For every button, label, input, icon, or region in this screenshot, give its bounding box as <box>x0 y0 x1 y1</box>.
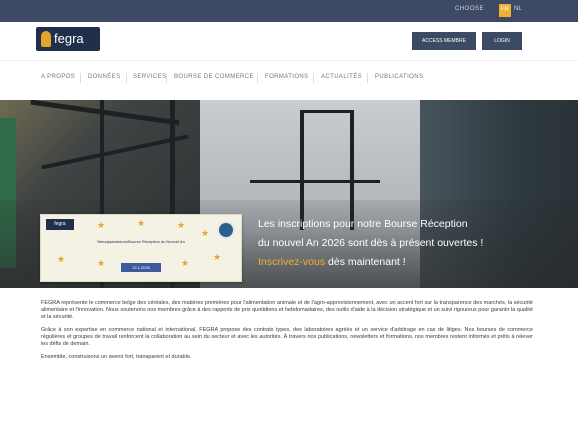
nav-divider <box>257 73 258 83</box>
nav-item-donnees[interactable]: DONNÉES <box>88 74 120 80</box>
hero-beam <box>250 180 380 183</box>
hero-text-line-1: Les inscriptions pour notre Bourse Récep… <box>258 218 468 230</box>
nav-divider <box>80 73 81 83</box>
event-banner-image[interactable]: fegra ★ ★ ★ ★ ★ ★ ★ ★ Nieuwjaarsbeurs/Bo… <box>40 214 242 282</box>
banner-logo: fegra <box>46 219 74 230</box>
intro-paragraph: Ensemble, construisons un avenir fort, t… <box>41 354 192 360</box>
language-label: CHOOSE <box>455 6 485 12</box>
hero-text-line-2: du nouvel An 2026 sont dès à présent ouv… <box>258 237 484 249</box>
star-icon: ★ <box>97 258 106 268</box>
nav-item-a-propos[interactable]: A PROPOS <box>41 74 75 80</box>
nav-item-publications[interactable]: PUBLICATIONS <box>375 74 423 80</box>
star-icon: ★ <box>201 228 210 238</box>
star-icon: ★ <box>97 220 106 230</box>
intro-paragraph: Grâce à son expertise en commerce nation… <box>41 327 533 347</box>
hero-text-line-3-rest: dès maintenant ! <box>325 256 406 268</box>
star-icon: ★ <box>213 252 222 262</box>
hero-text-line-3: Inscrivez-vous dès maintenant ! <box>258 253 558 272</box>
language-nl-button[interactable]: NL <box>514 6 522 12</box>
banner-date: 12.1.2026 <box>121 263 161 272</box>
fegra-logo[interactable]: fegra <box>36 27 100 51</box>
seal-icon <box>217 221 235 239</box>
star-icon: ★ <box>57 254 66 264</box>
nav-item-formations[interactable]: FORMATIONS <box>265 74 309 80</box>
register-link[interactable]: Inscrivez-vous <box>258 256 325 268</box>
banner-title: Nieuwjaarsbeurs/Bourse Réception du Nouv… <box>97 239 185 244</box>
nav-item-actualites[interactable]: ACTUALITÉS <box>321 74 362 80</box>
nav-item-services[interactable]: SERVICES <box>133 74 166 80</box>
nav-divider <box>166 73 167 83</box>
nav-divider <box>313 73 314 83</box>
star-icon: ★ <box>181 258 190 268</box>
wheat-icon <box>41 31 51 47</box>
intro-paragraph: FEGRA représente le commerce belge des c… <box>41 300 533 320</box>
top-bar: CHOOSE FR NL <box>0 0 578 22</box>
members-access-button[interactable]: ACCESS MEMBRE <box>412 32 476 50</box>
logo-text: fegra <box>54 31 84 46</box>
login-button[interactable]: LOGIN <box>482 32 522 50</box>
site-header: fegra ACCESS MEMBRE LOGIN <box>0 22 578 60</box>
language-fr-button[interactable]: FR <box>499 4 511 17</box>
hero-announcement: Les inscriptions pour notre Bourse Récep… <box>258 215 558 272</box>
star-icon: ★ <box>137 218 146 228</box>
nav-divider <box>126 73 127 83</box>
nav-divider <box>367 73 368 83</box>
main-navigation: A PROPOS DONNÉES SERVICES BOURSE DE COMM… <box>0 60 578 95</box>
nav-item-bourse-de-commerce[interactable]: BOURSE DE COMMERCE <box>174 74 254 80</box>
star-icon: ★ <box>177 220 186 230</box>
hero-beam <box>300 110 354 113</box>
intro-text: FEGRA représente le commerce belge des c… <box>41 300 533 367</box>
